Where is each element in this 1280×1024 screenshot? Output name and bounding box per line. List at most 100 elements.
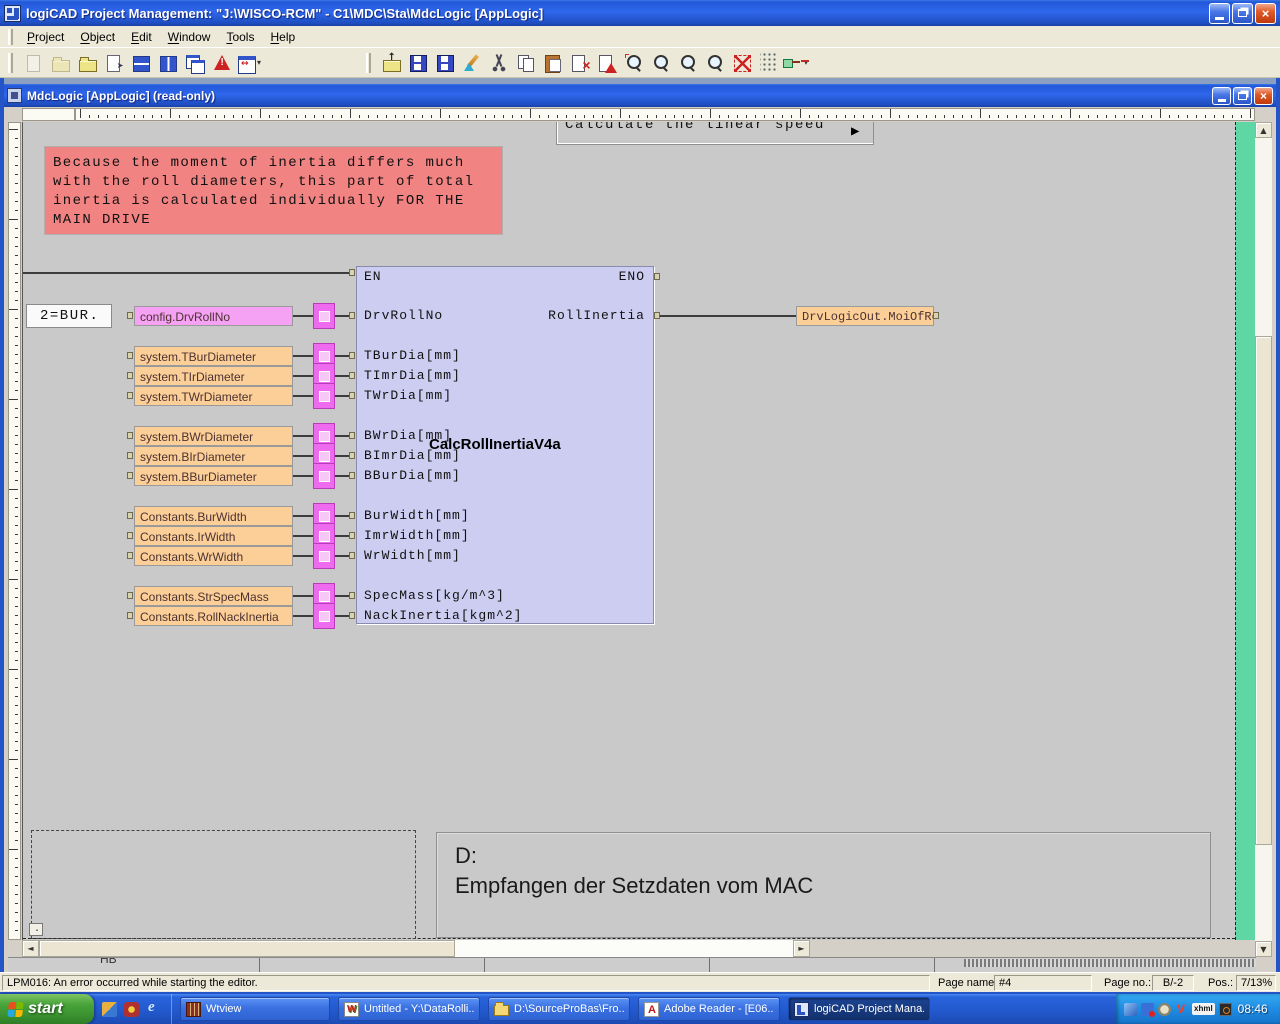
toolbar-check-logic-button[interactable] [593,50,620,76]
input-ref-label[interactable]: Constants.BurWidth [134,506,293,526]
toolbar-fit-window-button[interactable] [728,50,755,76]
horizontal-scrollbar[interactable]: ◄ ► [22,940,810,957]
dropdown-arrow-icon[interactable]: ▾ [804,58,808,67]
toolbar-zoom-page-button[interactable] [647,50,674,76]
doc-close-button[interactable]: × [1254,87,1273,105]
menu-item-object[interactable]: Object [72,27,123,47]
toolbar-zoom-in-button[interactable] [674,50,701,76]
clipped-comment-box[interactable]: Calculate the linear speed ▶ [556,122,874,145]
inline-connector-icon[interactable] [313,603,335,629]
toolbar-up-one-level-button[interactable] [377,50,404,76]
input-ref-label[interactable]: Constants.StrSpecMass [134,586,293,606]
inline-connector-icon[interactable] [313,543,335,569]
toolbar-cut-button[interactable] [485,50,512,76]
input-ref-label[interactable]: Constants.RollNackInertia [134,606,293,626]
ie-icon[interactable] [146,1002,161,1017]
toolbar-split-vertical-button[interactable] [154,50,181,76]
eno-port-stub-icon [654,273,660,280]
toolbar-zoom-select-button[interactable] [620,50,647,76]
input-ref-label[interactable]: system.TIrDiameter [134,366,293,386]
output-ref-label[interactable]: DrvLogicOut.MoiOfRolls [796,306,934,326]
restore-button[interactable] [1232,3,1253,24]
input-ref-label[interactable]: Constants.IrWidth [134,526,293,546]
scroll-up-button[interactable]: ▲ [1255,122,1272,138]
doc-restore-button[interactable] [1233,87,1252,105]
taskbar-task-1[interactable]: Wtview [180,997,330,1021]
menu-item-window[interactable]: Window [160,27,219,47]
toolbar-paste-button[interactable] [539,50,566,76]
input-ref-label[interactable]: system.BBurDiameter [134,466,293,486]
output-label-stub-icon [933,312,939,319]
taskbar-task-3[interactable]: D:\SourceProBas\Fro... [488,997,630,1021]
input-ref-label[interactable]: system.BWrDiameter [134,426,293,446]
toolbar-grip-handle[interactable] [366,53,371,73]
scroll-down-button[interactable]: ▼ [1255,941,1272,957]
task-label: Wtview [206,1003,241,1015]
arrange-icons-icon [236,53,256,73]
toolbar-grid-button[interactable] [755,50,782,76]
diagram-canvas[interactable]: Calculate the linear speed ▶ Because the… [22,122,1255,940]
inline-connector-icon[interactable] [313,463,335,489]
dropdown-arrow-icon[interactable]: ▾ [257,58,261,67]
minimize-button[interactable] [1209,3,1230,24]
close-button[interactable]: × [1255,3,1276,24]
toolbar-arrange-icons-button[interactable]: ▾ [235,50,262,76]
toolbar-connect-mode-button[interactable]: ▾ [782,50,809,76]
toolbar-object-properties-button[interactable] [100,50,127,76]
block-port-stub-icon [349,392,355,399]
toolbar-save-all-button[interactable] [431,50,458,76]
wtview-icon [186,1002,201,1017]
toolbar-zoom-out-button[interactable] [701,50,728,76]
vertical-scroll-thumb[interactable] [1255,336,1272,845]
error-icon[interactable] [1141,1003,1154,1016]
toolbar-cascade-windows-button[interactable] [181,50,208,76]
taskbar-task-4[interactable]: Adobe Reader - [E06... [638,997,780,1021]
inline-connector-icon[interactable] [313,303,335,329]
input-ref-label[interactable]: system.TBurDiameter [134,346,293,366]
media-icon[interactable] [124,1002,139,1017]
toolbar-grip-handle[interactable] [8,53,13,73]
menu-item-edit[interactable]: Edit [123,27,160,47]
toolbar-delete-object-button[interactable] [566,50,593,76]
antivirus-icon[interactable] [1175,1003,1188,1016]
audio-icon[interactable] [1158,1003,1171,1016]
logicad-icon [794,1002,809,1017]
function-block[interactable]: EN ENO RollInertia CalcRollInertiaV4a Dr… [356,266,654,624]
doc-minimize-button[interactable] [1212,87,1231,105]
page-comment-box[interactable]: D: Empfangen der Setzdaten vom MAC [436,832,1211,938]
input-ref-label[interactable]: system.BIrDiameter [134,446,293,466]
scroll-right-button[interactable]: ► [793,940,810,957]
taskbar-task-2[interactable]: Untitled - Y:\DataRolli... [338,997,480,1021]
scroll-left-button[interactable]: ◄ [22,940,39,957]
case-label-box[interactable]: 2=BUR. [26,304,112,328]
block-input-port: ImrWidth[mm] [364,528,470,543]
menu-item-tools[interactable]: Tools [218,27,262,47]
block-output-port: RollInertia [548,308,645,323]
folder-icon [494,1005,509,1016]
input-ref-label[interactable]: system.TWrDiameter [134,386,293,406]
menu-item-help[interactable]: Help [262,27,303,47]
vertical-scrollbar[interactable]: ▲ ▼ [1255,122,1272,957]
app-icon[interactable] [102,1002,117,1017]
menu-item-project[interactable]: Project [19,27,72,47]
start-button[interactable]: start [0,994,94,1024]
inline-connector-icon[interactable] [313,383,335,409]
note-box[interactable]: Because the moment of inertia differs mu… [44,146,503,235]
input-ref-label[interactable]: config.DrvRollNo [134,306,293,326]
toolbar-draw-tools-button[interactable] [458,50,485,76]
toolbar-open-object-button[interactable] [73,50,100,76]
xml-tray-icon[interactable]: xhml [1192,1003,1215,1015]
system-tray: xhml 08:46 [1116,994,1280,1024]
block-port-stub-icon [349,552,355,559]
input-ref-label[interactable]: Constants.WrWidth [134,546,293,566]
toolbar-split-horizontal-button[interactable] [127,50,154,76]
toolbar-copy-button[interactable] [512,50,539,76]
update-icon[interactable] [1124,1003,1137,1016]
horizontal-scroll-thumb[interactable] [39,940,455,957]
taskbar-task-5[interactable]: logiCAD Project Mana... [788,997,930,1021]
toolbar-group-2: ▾ [358,49,809,77]
display-icon[interactable] [1219,1003,1232,1016]
toolbar-message-list-button[interactable] [208,50,235,76]
toolbar-save-button[interactable] [404,50,431,76]
menu-grip-handle[interactable] [8,29,13,45]
